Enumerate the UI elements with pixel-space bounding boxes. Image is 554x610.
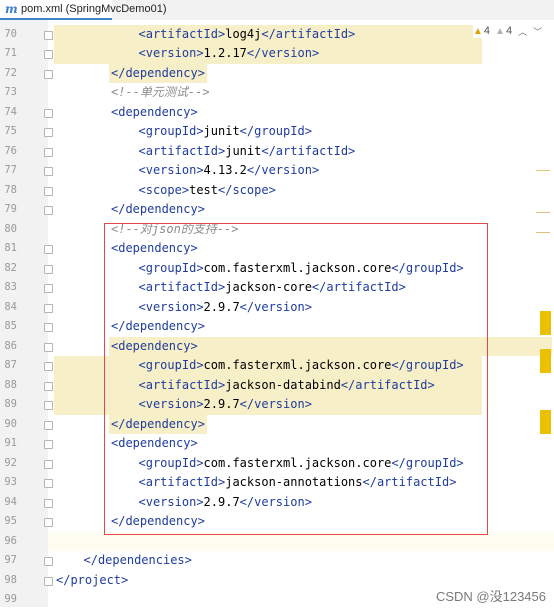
line-number: 82 [4, 261, 17, 274]
line-number: 96 [4, 534, 17, 547]
line-number: 88 [4, 378, 17, 391]
line-number: 93 [4, 476, 17, 488]
fold-marker-icon[interactable] [44, 342, 53, 352]
code-text: <!--单元测试--> [111, 85, 210, 99]
scrollbar-marker[interactable] [536, 170, 550, 171]
weak-warning-icon: ▲ [495, 25, 505, 37]
fold-marker-icon[interactable] [44, 498, 53, 508]
code-line[interactable]: 72 </dependency> [0, 64, 554, 84]
code-text: </dependency> [111, 202, 205, 216]
fold-marker-icon[interactable] [44, 108, 53, 118]
code-line[interactable]: 70 <artifactId>log4j</artifactId> [0, 25, 554, 45]
code-line[interactable]: 75 <groupId>junit</groupId> [0, 122, 554, 142]
code-text: </project> [56, 572, 129, 587]
fold-marker-icon[interactable] [44, 69, 53, 79]
line-number: 80 [4, 222, 17, 235]
fold-marker-icon[interactable] [44, 323, 53, 332]
code-text: </dependency> [111, 65, 205, 80]
line-number: 74 [4, 105, 17, 118]
fold-marker-icon[interactable] [44, 381, 53, 391]
warning-count: 4 [483, 25, 491, 37]
fold-marker-icon[interactable] [44, 284, 53, 293]
fold-marker-icon[interactable] [44, 303, 53, 313]
code-text: <version>1.2.17</version> [138, 46, 320, 60]
inspection-widget[interactable]: ▲ 4 ▲ 4 ︿ ﹀ [473, 24, 543, 38]
warning-icon: ▲ [473, 25, 483, 37]
fold-marker-icon[interactable] [44, 479, 53, 488]
fold-marker-icon[interactable] [44, 245, 53, 254]
code-text: <scope>test</scope> [138, 182, 276, 197]
fold-marker-icon[interactable] [44, 459, 53, 469]
scrollbar-highlight-marker[interactable] [540, 349, 551, 373]
line-number: 86 [4, 339, 17, 352]
line-number: 91 [4, 437, 17, 449]
line-number: 79 [4, 203, 17, 215]
code-line[interactable]: 79 </dependency> [0, 200, 554, 220]
chevron-down-icon[interactable]: ﹀ [533, 25, 542, 38]
maven-file-icon: m [5, 2, 18, 16]
line-number: 73 [4, 86, 17, 98]
code-line[interactable]: 77 <version>4.13.2</version> [0, 161, 554, 181]
code-line[interactable]: 76 <artifactId>junit</artifactId> [0, 142, 554, 162]
line-number: 85 [4, 320, 17, 332]
fold-marker-icon[interactable] [44, 167, 53, 176]
scrollbar-highlight-marker[interactable] [540, 311, 551, 335]
line-number: 76 [4, 144, 17, 157]
fold-marker-icon[interactable] [44, 50, 53, 59]
fold-marker-icon[interactable] [44, 362, 53, 371]
line-number: 94 [4, 495, 17, 508]
fold-marker-icon[interactable] [44, 128, 53, 137]
fold-marker-icon[interactable] [44, 186, 53, 196]
line-number: 83 [4, 281, 17, 293]
scrollbar-marker[interactable] [536, 232, 550, 233]
line-number: 70 [4, 27, 17, 40]
scrollbar-highlight-marker[interactable] [540, 410, 551, 434]
line-number: 92 [4, 456, 17, 469]
scrollbar-marker[interactable] [536, 212, 550, 213]
code-text: <artifactId>junit</artifactId> [138, 143, 356, 158]
code-line[interactable]: 71 <version>1.2.17</version> [0, 44, 554, 64]
code-text: <version>4.13.2</version> [138, 163, 320, 177]
fold-marker-icon[interactable] [44, 206, 53, 215]
watermark: CSDN @没123456 [435, 589, 546, 604]
line-number: 84 [4, 300, 17, 313]
code-line[interactable]: 74 <dependency> [0, 103, 554, 123]
fold-marker-icon[interactable] [44, 264, 53, 274]
fold-marker-icon[interactable] [44, 147, 53, 157]
fold-marker-icon[interactable] [44, 518, 53, 527]
line-number: 77 [4, 164, 17, 176]
tab-title: pom.xml (SpringMvcDemo01) [21, 3, 167, 15]
code-line[interactable]: 97 </dependencies> [0, 551, 554, 571]
line-number: 75 [4, 125, 17, 137]
code-line[interactable]: 78 <scope>test</scope> [0, 181, 554, 201]
chevron-up-icon[interactable]: ︿ [518, 25, 527, 38]
fold-marker-icon[interactable] [44, 557, 53, 566]
line-number: 89 [4, 398, 17, 410]
weak-warning-count: 4 [505, 25, 513, 37]
line-number: 97 [4, 554, 17, 566]
code-text: <dependency> [111, 104, 198, 119]
code-text: <artifactId>log4j</artifactId> [138, 26, 356, 41]
code-line[interactable]: 73 <!--单元测试--> [0, 83, 554, 103]
fold-marker-icon[interactable] [44, 401, 53, 410]
fold-marker-icon[interactable] [44, 440, 53, 449]
line-number: 90 [4, 417, 17, 430]
line-number: 87 [4, 359, 17, 371]
annotation-highlight-box [104, 223, 488, 535]
line-number: 71 [4, 47, 17, 59]
line-number: 95 [4, 515, 17, 527]
code-text: <groupId>junit</groupId> [138, 124, 312, 138]
line-number: 72 [4, 66, 17, 79]
line-number: 78 [4, 183, 17, 196]
code-text: </dependencies> [83, 553, 192, 567]
fold-marker-icon[interactable] [44, 576, 53, 586]
fold-marker-icon[interactable] [44, 420, 53, 430]
line-number: 98 [4, 573, 17, 586]
line-number: 81 [4, 242, 17, 254]
tab-pom-xml[interactable]: m pom.xml (SpringMvcDemo01) [0, 0, 166, 20]
editor-tab-bar: m pom.xml (SpringMvcDemo01) [0, 0, 554, 21]
fold-marker-icon[interactable] [44, 30, 53, 40]
